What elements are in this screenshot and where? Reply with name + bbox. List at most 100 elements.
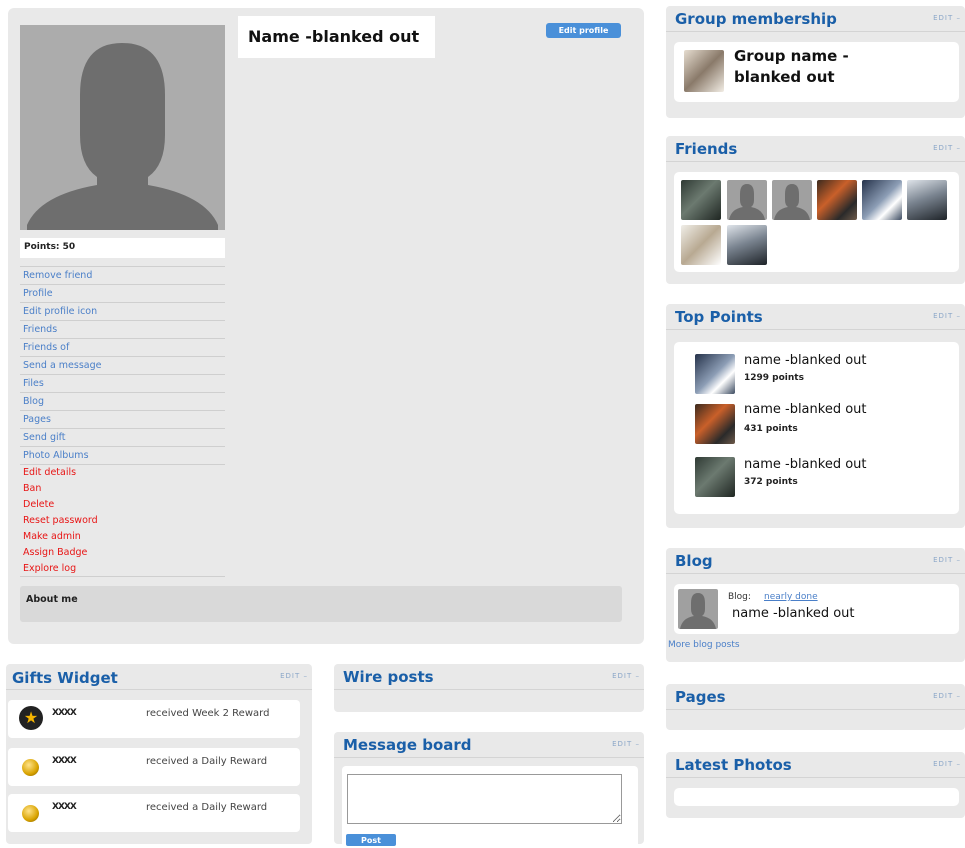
- top-user-avatar[interactable]: [695, 404, 735, 444]
- widget-header: Pages EDIT –: [666, 684, 965, 710]
- top-user-name[interactable]: name -blanked out: [744, 457, 867, 472]
- profile-menu: Remove friend Profile Edit profile icon …: [20, 266, 225, 577]
- widget-header: Wire posts EDIT –: [334, 664, 644, 690]
- widget-edit-link[interactable]: EDIT –: [933, 14, 961, 22]
- menu-send-message[interactable]: Send a message: [20, 356, 225, 374]
- menu-photo-albums[interactable]: Photo Albums: [20, 446, 225, 464]
- blog-post-link[interactable]: nearly done: [764, 592, 818, 602]
- gift-user[interactable]: XXXX: [52, 708, 77, 718]
- blog-post-item: Blog: nearly done name -blanked out: [674, 584, 959, 634]
- widget-edit-link[interactable]: EDIT –: [280, 672, 308, 680]
- friend-avatar[interactable]: [681, 225, 721, 265]
- widget-title: Group membership: [675, 10, 837, 28]
- gift-description: received a Daily Reward: [146, 802, 268, 813]
- profile-name: Name -blanked out: [238, 16, 435, 58]
- menu-edit-profile-icon[interactable]: Edit profile icon: [20, 302, 225, 320]
- blog-widget: Blog EDIT – Blog: nearly done name -blan…: [666, 548, 965, 662]
- blog-author-name[interactable]: name -blanked out: [732, 606, 855, 621]
- default-avatar-icon: [729, 184, 765, 220]
- gift-user[interactable]: XXXX: [52, 756, 77, 766]
- widget-edit-link[interactable]: EDIT –: [933, 692, 961, 700]
- friends-widget: Friends EDIT –: [666, 136, 965, 284]
- gift-item: XXXX received a Daily Reward: [8, 748, 300, 786]
- points-label: Points: 50: [20, 238, 225, 258]
- menu-files[interactable]: Files: [20, 374, 225, 392]
- group-thumbnail[interactable]: [684, 50, 724, 92]
- friend-avatar[interactable]: [727, 180, 767, 220]
- widget-edit-link[interactable]: EDIT –: [612, 672, 640, 680]
- widget-title: Top Points: [675, 308, 763, 326]
- pages-widget: Pages EDIT –: [666, 684, 965, 730]
- admin-ban[interactable]: Ban: [20, 481, 225, 497]
- post-button[interactable]: Post: [346, 834, 396, 846]
- widget-title: Pages: [675, 688, 726, 706]
- menu-friends[interactable]: Friends: [20, 320, 225, 338]
- more-blog-posts-link[interactable]: More blog posts: [668, 640, 740, 650]
- group-name[interactable]: Group name - blanked out: [734, 46, 874, 88]
- friend-avatar[interactable]: [727, 225, 767, 265]
- gift-user[interactable]: XXXX: [52, 802, 77, 812]
- about-me-section: About me: [20, 586, 622, 622]
- friend-avatar[interactable]: [907, 180, 947, 220]
- top-user-name[interactable]: name -blanked out: [744, 402, 867, 417]
- default-avatar-icon: [680, 593, 716, 629]
- top-points-list: name -blanked out 1299 points name -blan…: [674, 342, 959, 514]
- group-list: Group name - blanked out: [674, 42, 959, 102]
- widget-edit-link[interactable]: EDIT –: [933, 312, 961, 320]
- menu-remove-friend[interactable]: Remove friend: [20, 266, 225, 284]
- top-user-points: 431 points: [744, 424, 798, 434]
- widget-header: Friends EDIT –: [666, 136, 965, 162]
- widget-header: Top Points EDIT –: [666, 304, 965, 330]
- group-membership-widget: Group membership EDIT – Group name - bla…: [666, 6, 965, 118]
- friends-grid: [674, 172, 959, 272]
- top-points-widget: Top Points EDIT – name -blanked out 1299…: [666, 304, 965, 528]
- menu-blog[interactable]: Blog: [20, 392, 225, 410]
- top-user-points: 372 points: [744, 477, 798, 487]
- blog-prefix: Blog:: [728, 592, 751, 602]
- friend-avatar[interactable]: [772, 180, 812, 220]
- top-user-avatar[interactable]: [695, 457, 735, 497]
- top-user-name[interactable]: name -blanked out: [744, 353, 867, 368]
- message-board-body: Post: [342, 766, 638, 846]
- top-user-avatar[interactable]: [695, 354, 735, 394]
- menu-divider: [20, 576, 225, 577]
- friend-avatar[interactable]: [817, 180, 857, 220]
- admin-make-admin[interactable]: Make admin: [20, 529, 225, 545]
- gift-item: ★ XXXX received Week 2 Reward: [8, 700, 300, 738]
- menu-pages[interactable]: Pages: [20, 410, 225, 428]
- friend-avatar[interactable]: [681, 180, 721, 220]
- widget-header: Latest Photos EDIT –: [666, 752, 965, 778]
- wire-posts-widget: Wire posts EDIT –: [334, 664, 644, 712]
- widget-title: Blog: [675, 552, 713, 570]
- blog-author-avatar[interactable]: [678, 589, 718, 629]
- widget-edit-link[interactable]: EDIT –: [933, 760, 961, 768]
- top-user-points: 1299 points: [744, 373, 804, 383]
- widget-header: Blog EDIT –: [666, 548, 965, 574]
- widget-edit-link[interactable]: EDIT –: [933, 556, 961, 564]
- admin-edit-details[interactable]: Edit details: [20, 465, 225, 481]
- edit-profile-button[interactable]: Edit profile: [546, 23, 621, 38]
- widget-title: Friends: [675, 140, 738, 158]
- widget-header: Message board EDIT –: [334, 732, 644, 758]
- admin-reset-password[interactable]: Reset password: [20, 513, 225, 529]
- gift-description: received a Daily Reward: [146, 756, 268, 767]
- widget-edit-link[interactable]: EDIT –: [612, 740, 640, 748]
- friend-avatar[interactable]: [862, 180, 902, 220]
- latest-photos-widget: Latest Photos EDIT –: [666, 752, 965, 818]
- profile-avatar: [20, 25, 225, 230]
- star-badge-icon: ★: [19, 706, 43, 730]
- menu-profile[interactable]: Profile: [20, 284, 225, 302]
- menu-friends-of[interactable]: Friends of: [20, 338, 225, 356]
- widget-edit-link[interactable]: EDIT –: [933, 144, 961, 152]
- admin-explore-log[interactable]: Explore log: [20, 561, 225, 577]
- widget-title: Latest Photos: [675, 756, 792, 774]
- menu-send-gift[interactable]: Send gift: [20, 428, 225, 446]
- widget-header: Group membership EDIT –: [666, 6, 965, 32]
- admin-assign-badge[interactable]: Assign Badge: [20, 545, 225, 561]
- admin-delete[interactable]: Delete: [20, 497, 225, 513]
- widget-title: Wire posts: [343, 668, 434, 686]
- widget-title: Message board: [343, 736, 472, 754]
- coin-icon: [22, 759, 39, 776]
- message-board-widget: Message board EDIT – Post: [334, 732, 644, 846]
- message-input[interactable]: [347, 774, 622, 824]
